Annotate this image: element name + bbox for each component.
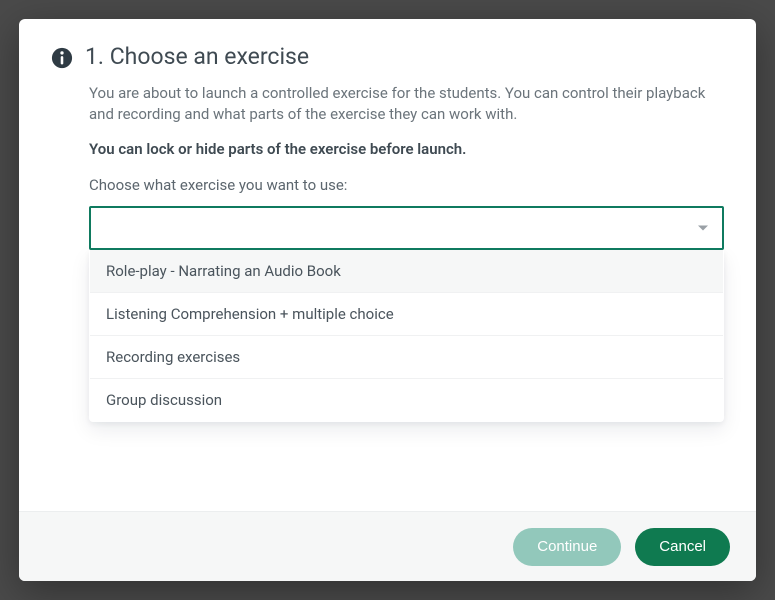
modal-title-row: 1. Choose an exercise [51, 43, 724, 71]
exercise-option[interactable]: Role-play - Narrating an Audio Book [90, 250, 723, 292]
modal-title: 1. Choose an exercise [85, 43, 309, 71]
info-circle-icon [51, 47, 73, 69]
exercise-select[interactable] [89, 206, 724, 250]
continue-button[interactable]: Continue [513, 528, 621, 566]
exercise-dropdown: Role-play - Narrating an Audio Book List… [89, 250, 724, 422]
choose-exercise-modal: 1. Choose an exercise You are about to l… [19, 19, 756, 581]
exercise-option[interactable]: Listening Comprehension + multiple choic… [90, 292, 723, 335]
modal-footer: Continue Cancel [19, 511, 756, 581]
caret-down-icon [698, 226, 708, 231]
exercise-option[interactable]: Recording exercises [90, 335, 723, 378]
modal-body: 1. Choose an exercise You are about to l… [19, 19, 756, 511]
exercise-option[interactable]: Group discussion [90, 378, 723, 421]
cancel-button[interactable]: Cancel [635, 528, 730, 566]
modal-bold-line: You can lock or hide parts of the exerci… [89, 140, 724, 158]
select-label: Choose what exercise you want to use: [89, 176, 724, 194]
exercise-select-wrap [89, 206, 724, 250]
modal-description: You are about to launch a controlled exe… [89, 83, 724, 127]
